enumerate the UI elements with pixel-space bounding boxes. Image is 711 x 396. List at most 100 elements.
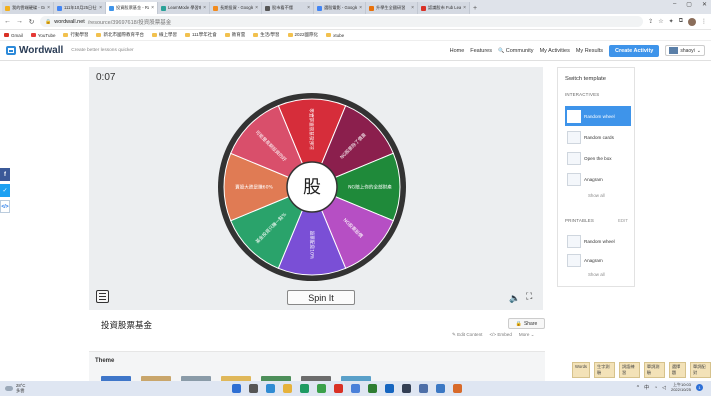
taskbar-app-icon[interactable] <box>453 384 462 393</box>
profile-avatar[interactable] <box>688 17 696 26</box>
browser-tab[interactable]: 我的雲端硬碟 - Goog× <box>2 2 54 14</box>
toolbar-chip[interactable]: 詞語練習 <box>618 362 640 378</box>
tab-close-icon[interactable]: × <box>151 5 154 11</box>
tab-close-icon[interactable]: × <box>255 5 258 11</box>
sound-icon[interactable]: 🔈 <box>509 293 520 304</box>
bookmark-item[interactable]: YouTube <box>30 33 55 38</box>
taskbar-app-icon[interactable] <box>317 384 326 393</box>
facebook-share-button[interactable]: f <box>0 168 10 181</box>
nav-community[interactable]: 🔍 Community <box>498 48 534 54</box>
chevron-up-icon[interactable]: ^ <box>637 385 639 391</box>
edit-printables-link[interactable]: EDIT <box>618 218 628 223</box>
twitter-share-button[interactable]: ✓ <box>0 184 10 197</box>
tab-title: 認識股市 Fub Learn <box>428 5 462 10</box>
toolbar-chip[interactable]: 生字測驗 <box>594 362 615 378</box>
tab-close-icon[interactable]: × <box>411 5 414 11</box>
toolbar-chip[interactable]: 單詞測驗 <box>643 362 665 378</box>
create-activity-button[interactable]: Create Activity <box>609 44 660 57</box>
url-input[interactable]: 🔒 wordwall.net/resource/39697618/投資股票基金 <box>40 16 644 27</box>
toolbar-chip[interactable]: 選擇題 <box>668 362 687 378</box>
bookmark-item[interactable]: 新北市國際教育平台 <box>96 32 144 38</box>
share-button[interactable]: 🔒 Share <box>508 318 545 329</box>
menu-dots-icon[interactable]: ⋮ <box>701 18 707 25</box>
taskbar-app-icon[interactable] <box>232 384 241 393</box>
taskbar-app-icon[interactable] <box>368 384 377 393</box>
embed-share-button[interactable]: </> <box>0 200 10 213</box>
toolbar-chip[interactable]: Words <box>572 362 591 378</box>
taskbar-app-icon[interactable] <box>402 384 411 393</box>
random-wheel[interactable]: 比起投資股票或基金 NG股票除了價差NG賠上你的全部財產NG股票股價股票配息10%… <box>217 92 407 282</box>
template-label: Anagram <box>584 176 603 182</box>
clock[interactable]: 上午10:03 2022/10/25 <box>671 382 691 392</box>
back-icon[interactable]: ← <box>4 18 11 25</box>
bookmark-item[interactable]: 2022國際化 <box>287 32 318 38</box>
browser-tab[interactable]: 長期投資 - Google 搜× <box>210 2 262 14</box>
extension-icon[interactable]: ✦ <box>669 18 674 25</box>
toolbar-chip[interactable]: 單詞配對 <box>690 362 711 378</box>
spin-button[interactable]: Spin It <box>287 290 355 305</box>
browser-tab[interactable]: 股市看不懂 × <box>262 2 314 14</box>
taskbar-app-icon[interactable] <box>351 384 360 393</box>
embed-link[interactable]: </> Embed <box>489 332 511 338</box>
taskbar-app-icon[interactable] <box>334 384 343 393</box>
nav-my-activities[interactable]: My Activities <box>540 48 570 54</box>
bookmark-item[interactable]: 111學年社會 <box>184 32 217 38</box>
browser-tab[interactable]: 認識股市 Fub Learn× <box>418 2 470 14</box>
template-anagram[interactable]: Anagram <box>565 170 631 188</box>
bookmark-item[interactable]: 線上學習 <box>151 32 177 38</box>
wordwall-logo[interactable]: Wordwall <box>6 45 63 56</box>
bookmark-item[interactable]: 教育雲 <box>224 32 245 38</box>
weather-widget[interactable]: 28°C 多雲 <box>5 383 25 393</box>
more-link[interactable]: More ⌄ <box>519 332 535 338</box>
wifi-icon[interactable]: ◔ <box>654 385 657 391</box>
reload-icon[interactable]: ↻ <box>28 18 35 26</box>
new-tab-button[interactable]: + <box>470 2 480 14</box>
edit-content-link[interactable]: ✎ Edit Content <box>452 332 482 338</box>
user-menu[interactable]: shaoyi ⌄ <box>665 45 705 56</box>
share-icon[interactable]: ⇪ <box>648 18 653 25</box>
star-icon[interactable]: ☆ <box>658 18 663 25</box>
browser-tab[interactable]: LearnMode 學習吧 × <box>158 2 210 14</box>
forward-icon[interactable]: → <box>16 18 23 25</box>
taskbar-app-icon[interactable] <box>283 384 292 393</box>
browser-tab[interactable]: 投資股票基金 - Rand× <box>106 2 158 14</box>
taskbar-app-icon[interactable] <box>266 384 275 393</box>
fullscreen-icon[interactable]: ⛶ <box>526 291 532 302</box>
tab-close-icon[interactable]: × <box>307 5 310 11</box>
taskbar-app-icon[interactable] <box>385 384 394 393</box>
menu-button[interactable] <box>96 290 109 303</box>
template-random-wheel[interactable]: Random wheel <box>565 106 631 126</box>
browser-tab[interactable]: 111年10月25日社會 × <box>54 2 106 14</box>
notification-icon[interactable]: 1 <box>696 384 703 392</box>
taskbar-app-icon[interactable] <box>249 384 258 393</box>
bookmark-item[interactable]: 生活/學習 <box>253 32 280 38</box>
taskbar-app-icon[interactable] <box>419 384 428 393</box>
show-all-interactives-link[interactable]: Show all <box>588 193 605 198</box>
nav-my-results[interactable]: My Results <box>576 48 603 54</box>
tab-close-icon[interactable]: × <box>203 5 206 11</box>
printable-anagram[interactable]: Anagram <box>565 251 631 269</box>
tab-close-icon[interactable]: × <box>99 5 102 11</box>
puzzle-icon[interactable]: ⧉ <box>679 18 683 25</box>
ime-icon[interactable]: 中 <box>644 384 649 391</box>
tab-close-icon[interactable]: × <box>463 5 466 11</box>
browser-tab[interactable]: 選股電影 - Google 搜× <box>314 2 366 14</box>
nav-home[interactable]: Home <box>450 48 465 54</box>
tab-close-icon[interactable]: × <box>359 5 362 11</box>
template-open-the-box[interactable]: Open the box <box>565 149 631 167</box>
bookmark-item[interactable]: xtube <box>326 33 344 38</box>
bookmark-item[interactable]: Gmail <box>4 33 23 38</box>
minimize-icon[interactable]: – <box>673 1 676 8</box>
tab-close-icon[interactable]: × <box>47 5 50 11</box>
browser-tab[interactable]: 升學生全國研習 × <box>366 2 418 14</box>
taskbar-app-icon[interactable] <box>436 384 445 393</box>
taskbar-app-icon[interactable] <box>300 384 309 393</box>
printable-random-wheel[interactable]: Random wheel <box>565 232 631 250</box>
maximize-icon[interactable]: ▢ <box>686 1 692 8</box>
show-all-printables-link[interactable]: Show all <box>588 272 605 277</box>
template-random-cards[interactable]: Random cards <box>565 128 631 146</box>
bookmark-item[interactable]: 行動學習 <box>63 32 88 38</box>
nav-features[interactable]: Features <box>470 48 492 54</box>
volume-icon[interactable]: ◁ <box>662 385 666 391</box>
close-icon[interactable]: ✕ <box>702 1 707 8</box>
